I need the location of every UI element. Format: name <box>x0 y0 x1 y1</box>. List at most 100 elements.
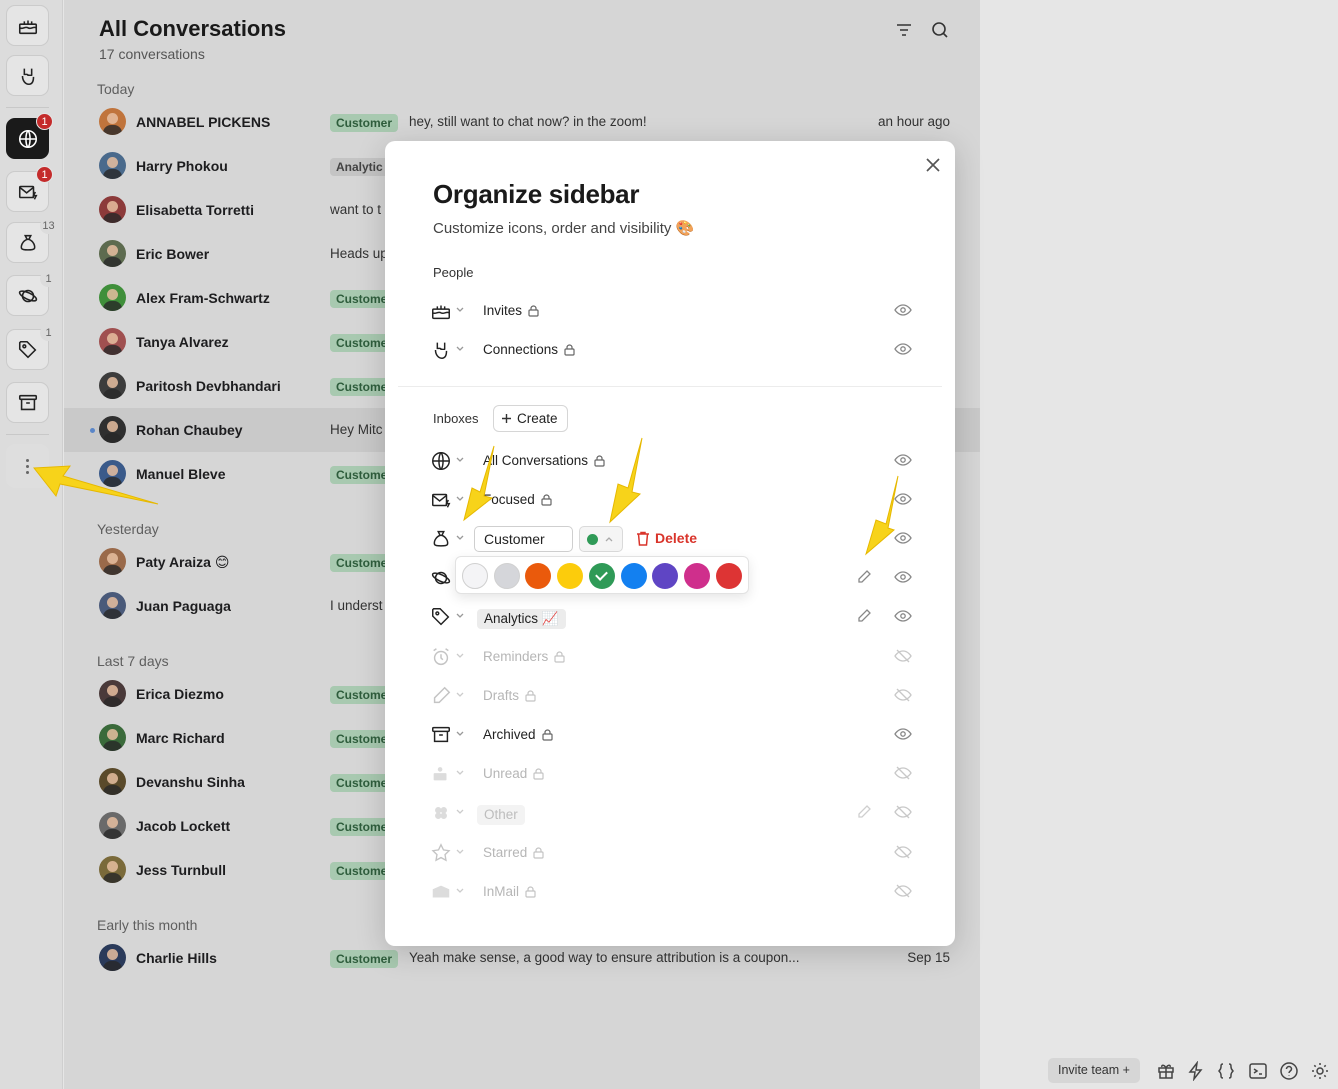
rail-analytics-button[interactable]: 1 <box>6 325 57 370</box>
eye-icon[interactable] <box>894 452 912 468</box>
pencil-icon[interactable] <box>856 804 872 820</box>
eye-off-icon[interactable] <box>894 765 912 781</box>
chevron-down-icon[interactable] <box>456 888 464 894</box>
create-label: Create <box>517 411 558 426</box>
inbox-row-archived: Archived <box>385 719 955 749</box>
mail-bolt-icon[interactable] <box>430 489 452 511</box>
tag-icon[interactable] <box>430 606 452 628</box>
clover-icon[interactable] <box>430 802 452 824</box>
people-row-connections: Connections <box>385 334 955 364</box>
bag-badge: 13 <box>40 218 57 234</box>
avatar <box>99 416 126 443</box>
cake-icon[interactable] <box>430 300 452 322</box>
archive-icon <box>18 394 37 410</box>
lock-icon <box>525 885 536 898</box>
inbox-row-analytics: Analytics 📈 <box>385 601 955 631</box>
invite-team-button[interactable]: Invite team + <box>1048 1058 1140 1083</box>
chevron-down-icon[interactable] <box>456 535 464 541</box>
color-swatch[interactable] <box>525 563 552 589</box>
help-icon[interactable] <box>1279 1061 1299 1081</box>
globe-icon[interactable] <box>430 450 452 472</box>
lock-icon <box>533 767 544 780</box>
inbox-name-input[interactable] <box>474 526 573 552</box>
color-swatch[interactable] <box>715 563 742 589</box>
envelope-icon[interactable] <box>430 881 452 903</box>
chevron-down-icon[interactable] <box>456 731 464 737</box>
code-braces-icon[interactable] <box>1216 1061 1236 1081</box>
eye-icon[interactable] <box>894 341 912 357</box>
chevron-down-icon[interactable] <box>456 307 464 313</box>
pencil-icon[interactable] <box>856 608 872 624</box>
lightning-icon[interactable] <box>1186 1061 1206 1081</box>
more-dots-icon <box>26 458 29 462</box>
rail-invites-button[interactable] <box>6 5 49 46</box>
rail-connections-button[interactable] <box>6 55 49 96</box>
eye-off-icon[interactable] <box>894 648 912 664</box>
label-tag: Custome <box>330 334 394 352</box>
rail-customer-button[interactable]: 13 <box>6 218 57 263</box>
avatar <box>99 768 126 795</box>
rock-hand-icon <box>21 68 34 85</box>
color-swatch[interactable] <box>620 563 647 589</box>
contact-name: Marc Richard <box>136 730 225 746</box>
chevron-down-icon[interactable] <box>456 770 464 776</box>
color-swatch[interactable] <box>493 563 520 589</box>
search-icon[interactable] <box>930 20 950 40</box>
label-tag: Custome <box>330 466 394 484</box>
pencil-icon[interactable] <box>856 569 872 585</box>
chevron-down-icon[interactable] <box>456 613 464 619</box>
contact-name: Rohan Chaubey <box>136 422 243 438</box>
label-tag: Custome <box>330 730 394 748</box>
close-icon[interactable] <box>923 155 943 175</box>
eye-off-icon[interactable] <box>894 804 912 820</box>
contact-name: Alex Fram-Schwartz <box>136 290 270 306</box>
eye-off-icon[interactable] <box>894 883 912 899</box>
conversation-row[interactable]: ANNABEL PICKENS Customer hey, still want t… <box>64 100 980 144</box>
rail-focused-button[interactable]: 1 <box>6 166 53 212</box>
alarm-clock-icon[interactable] <box>430 646 452 668</box>
lock-icon <box>525 689 536 702</box>
chevron-down-icon[interactable] <box>456 692 464 698</box>
rail-all-conversations-button[interactable]: 1 <box>6 113 53 159</box>
annotation-arrow <box>33 465 159 505</box>
color-picker-button[interactable] <box>579 526 623 552</box>
filter-icon[interactable] <box>894 20 914 40</box>
plus-icon <box>502 414 511 423</box>
terminal-icon[interactable] <box>1248 1061 1268 1081</box>
chevron-down-icon[interactable] <box>456 346 464 352</box>
avatar <box>99 680 126 707</box>
color-swatch[interactable] <box>557 563 584 589</box>
lock-icon <box>564 343 575 356</box>
rail-archived-button[interactable] <box>6 382 49 423</box>
color-swatch[interactable] <box>588 563 615 589</box>
archive-icon[interactable] <box>430 724 452 746</box>
chevron-down-icon[interactable] <box>456 809 464 815</box>
contact-name: ANNABEL PICKENS <box>136 114 271 130</box>
settings-gear-icon[interactable] <box>1310 1061 1330 1081</box>
eye-off-icon[interactable] <box>894 687 912 703</box>
eye-icon[interactable] <box>894 302 912 318</box>
analytics-label: Analytics 📈 <box>477 609 566 629</box>
lock-icon <box>554 650 565 663</box>
star-icon[interactable] <box>430 842 452 864</box>
gift-icon[interactable] <box>1156 1061 1176 1081</box>
pencil-icon[interactable] <box>430 685 452 707</box>
label-tag: Custome <box>330 378 394 396</box>
eye-icon[interactable] <box>894 608 912 624</box>
rock-hand-icon[interactable] <box>430 339 452 361</box>
money-bag-icon[interactable] <box>430 528 452 550</box>
eye-icon[interactable] <box>894 569 912 585</box>
eye-icon[interactable] <box>894 726 912 742</box>
delete-button[interactable]: Delete <box>636 530 697 546</box>
eye-off-icon[interactable] <box>894 844 912 860</box>
color-swatch[interactable] <box>683 563 710 589</box>
rail-planet-button[interactable]: 1 <box>6 271 57 316</box>
color-swatch[interactable] <box>652 563 679 589</box>
inbox-unread-icon[interactable] <box>430 763 452 785</box>
create-inbox-button[interactable]: Create <box>493 405 568 432</box>
chevron-down-icon[interactable] <box>456 653 464 659</box>
annotation-arrow <box>609 437 643 524</box>
color-swatch[interactable] <box>462 563 488 589</box>
planet-icon[interactable] <box>430 567 452 589</box>
chevron-down-icon[interactable] <box>456 849 464 855</box>
